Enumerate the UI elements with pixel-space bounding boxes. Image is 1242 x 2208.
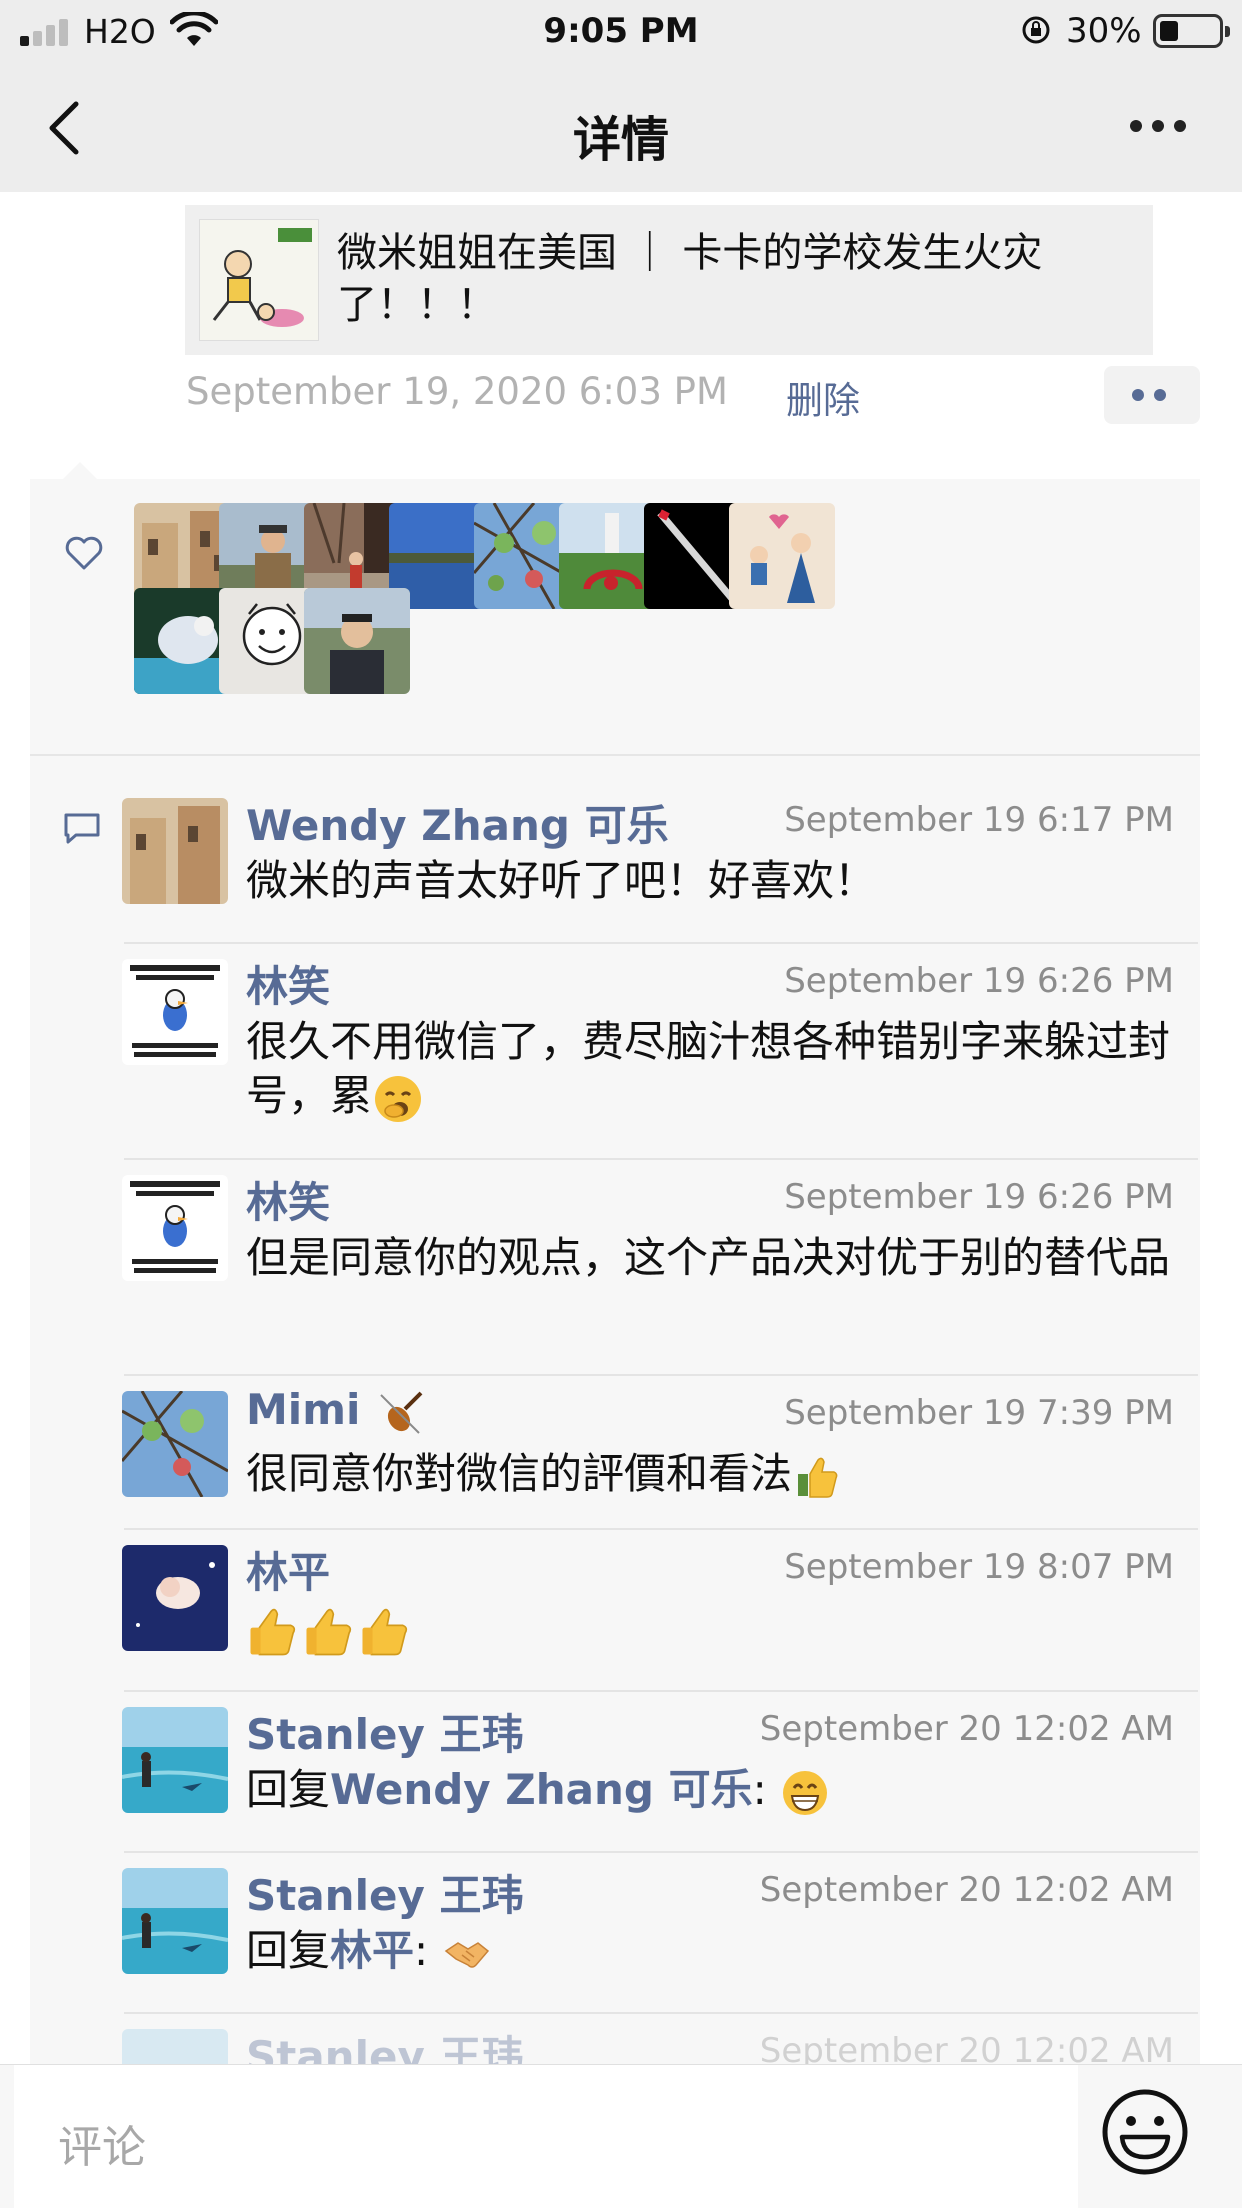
status-time: 9:05 PM [543, 11, 699, 51]
panel-notch [62, 462, 98, 480]
commenter-avatar[interactable] [122, 1175, 228, 1281]
delete-link[interactable]: 删除 [786, 370, 860, 424]
commenter-avatar[interactable] [122, 959, 228, 1065]
shared-link-card[interactable]: 微米姐姐在美国 ｜ 卡卡的学校发生火灾了！！！ [185, 205, 1153, 355]
interactions-panel: Wendy Zhang 可乐 September 19 6:17 PM 微米的声… [30, 479, 1200, 2208]
comment-text-body: 很同意你對微信的評價和看法 [246, 1449, 793, 1498]
commenter-name[interactable]: Stanley 王玮 [246, 1862, 523, 1923]
commenter-name[interactable]: 林笑 [246, 953, 330, 1014]
comment-item[interactable]: Stanley 王玮 September 20 12:02 AM 回复林平: [122, 1868, 1200, 2008]
comment-time: September 19 6:17 PM [784, 800, 1174, 840]
more-icon[interactable] [1130, 120, 1186, 134]
comment-item[interactable]: Mimi September 19 7:39 PM 很同意你對微信的評價和看法 [122, 1385, 1200, 1531]
nav-bar: 详情 [0, 60, 1242, 192]
comment-time: September 19 7:39 PM [784, 1393, 1174, 1433]
reply-prefix: 回复 [246, 1926, 331, 1975]
comment-time: September 19 6:26 PM [784, 961, 1174, 1001]
likes-divider [30, 754, 1200, 756]
comment-divider [124, 1851, 1198, 1853]
handshake-emoji [444, 1941, 489, 1968]
comment-time: September 19 6:26 PM [784, 1177, 1174, 1217]
commenter-avatar[interactable] [122, 1868, 228, 1974]
like-avatar[interactable] [304, 588, 410, 694]
yawning-emoji [375, 1075, 422, 1122]
comment-divider [124, 1690, 1198, 1692]
commenter-avatar[interactable] [122, 1707, 228, 1813]
comment-time: September 19 8:07 PM [784, 1547, 1174, 1587]
comment-text: 回复Wendy Zhang 可乐: [246, 1763, 1176, 1818]
comment-item[interactable]: Stanley 王玮 September 20 12:02 AM 回复Wendy… [122, 1707, 1200, 1847]
reply-to-name[interactable]: 林平 [330, 1926, 414, 1975]
heart-icon [65, 536, 103, 570]
reply-to-name[interactable]: Wendy Zhang 可乐 [330, 1765, 753, 1814]
reply-prefix: 回复 [246, 1765, 331, 1814]
commenter-avatar[interactable] [122, 1391, 228, 1497]
comment-time: September 20 12:02 AM [759, 1709, 1174, 1749]
commenter-name-text: Mimi [246, 1385, 361, 1434]
commenter-avatar[interactable] [122, 1545, 228, 1651]
reply-separator: : [752, 1765, 767, 1814]
post-actions-button[interactable] [1104, 366, 1200, 424]
commenter-name[interactable]: Mimi [246, 1385, 427, 1439]
comment-divider [124, 1158, 1198, 1160]
thumbs-up-emoji [362, 1608, 408, 1655]
page-title: 详情 [572, 112, 669, 168]
commenter-name[interactable]: Wendy Zhang 可乐 [246, 792, 669, 853]
thumbs-up-emoji [306, 1608, 352, 1655]
comment-icon [64, 813, 100, 844]
link-title: 微米姐姐在美国 ｜ 卡卡的学校发生火灾了！！！ [337, 230, 1043, 328]
comment-divider [124, 2012, 1198, 2014]
violin-emoji [380, 1391, 423, 1434]
comment-input-bar: 评论 [0, 2064, 1242, 2208]
comment-text: 微米的声音太好听了吧！好喜欢！ [246, 856, 877, 905]
comment-text: 很同意你對微信的評價和看法 [246, 1447, 1176, 1502]
thumbs-up-emoji [250, 1608, 296, 1655]
grinning-emoji [783, 1770, 828, 1815]
post-time: September 19, 2020 6:03 PM [186, 370, 728, 413]
battery-icon [1153, 14, 1230, 48]
commenter-name[interactable]: 林平 [246, 1539, 330, 1600]
commenter-name[interactable]: Stanley 王玮 [246, 1701, 523, 1762]
comment-input[interactable]: 评论 [14, 2065, 1078, 2208]
comment-text: 回复林平: [246, 1924, 1176, 1979]
rotation-lock-icon [1022, 16, 1050, 44]
comment-text: 但是同意你的观点，这个产品决对优于别的替代品 [246, 1233, 1171, 1282]
status-bar: H2O 9:05 PM 30% [0, 0, 1242, 60]
thumbs-up-emoji [798, 1457, 838, 1498]
smiley-icon[interactable] [1100, 2087, 1190, 2177]
comment-item[interactable]: 林平 September 19 8:07 PM [122, 1545, 1200, 1685]
like-avatar[interactable] [729, 503, 835, 609]
comment-divider [124, 942, 1198, 944]
reply-separator: : [414, 1926, 429, 1975]
comment-text: 很久不用微信了，费尽脑汁想各种错别字来躲过封号，累 [246, 1015, 1176, 1125]
link-thumbnail [199, 219, 319, 341]
comment-time: September 20 12:02 AM [759, 1870, 1174, 1910]
commenter-avatar[interactable] [122, 798, 228, 904]
comment-divider [124, 1528, 1198, 1530]
battery-percent: 30% [1066, 11, 1142, 51]
likes-section [30, 479, 1200, 754]
commenter-name[interactable]: 林笑 [246, 1169, 330, 1230]
comment-item[interactable]: 林笑 September 19 6:26 PM 很久不用微信了，费尽脑汁想各种错… [122, 959, 1200, 1159]
comment-text [246, 1601, 1176, 1659]
comment-item[interactable]: Wendy Zhang 可乐 September 19 6:17 PM 微米的声… [122, 798, 1200, 938]
comment-item[interactable]: 林笑 September 19 6:26 PM 但是同意你的观点，这个产品决对优… [122, 1175, 1200, 1375]
comment-divider [124, 1374, 1198, 1376]
comment-input-placeholder: 评论 [58, 2122, 146, 2173]
